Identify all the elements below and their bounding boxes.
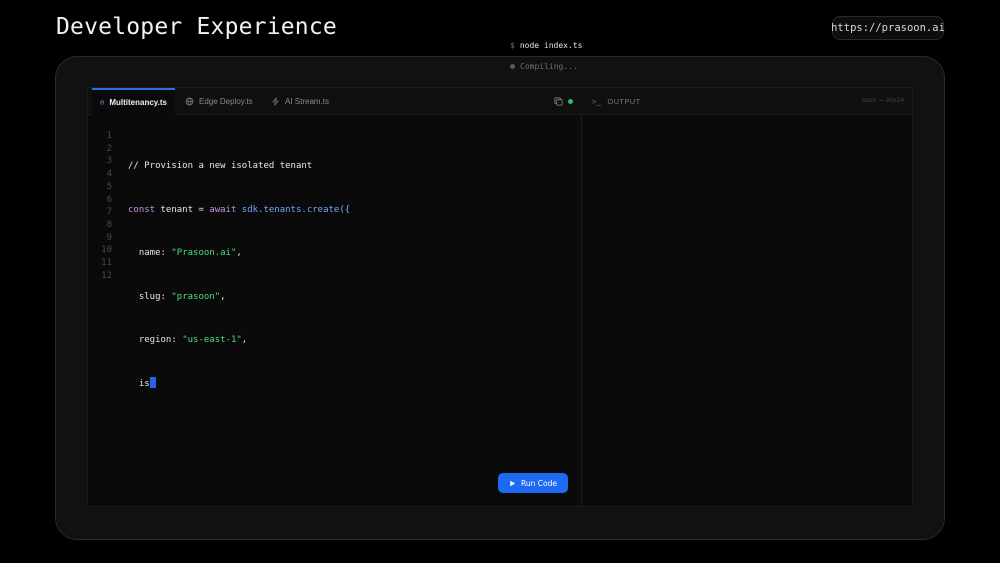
code-text: tenant = bbox=[155, 204, 210, 215]
code-string: "prasoon" bbox=[171, 291, 221, 302]
code-line-4: slug: "prasoon", bbox=[128, 290, 350, 305]
tab-label: AI Stream.ts bbox=[285, 97, 330, 106]
shell-prompt: $ bbox=[510, 41, 515, 50]
output-status: Compiling... bbox=[510, 62, 582, 71]
tab-label: Edge Deploy.ts bbox=[199, 97, 253, 106]
code-text: is bbox=[128, 378, 150, 389]
loading-dot-icon bbox=[510, 64, 515, 69]
line-number: 2 bbox=[106, 143, 112, 154]
code-text: , bbox=[220, 291, 226, 302]
code-string: "Prasoon.ai" bbox=[171, 248, 237, 258]
line-number: 3 bbox=[106, 156, 112, 167]
line-number: 5 bbox=[106, 181, 112, 192]
text-cursor bbox=[149, 376, 156, 388]
run-code-button[interactable]: Run Code bbox=[498, 473, 568, 493]
line-number: 12 bbox=[101, 270, 112, 281]
output-title: OUTPUT bbox=[607, 97, 641, 106]
terminal-meta: bash — 80x24 bbox=[862, 97, 904, 104]
code-content: // Provision a new isolated tenant const… bbox=[128, 130, 350, 420]
code-line-5: region: "us-east-1", bbox=[128, 333, 350, 348]
code-text: slug: bbox=[128, 291, 172, 302]
line-number: 1 bbox=[106, 131, 112, 141]
line-number: 7 bbox=[106, 207, 112, 218]
play-icon bbox=[510, 480, 516, 486]
url-link[interactable]: https://prasoon.ai bbox=[831, 16, 945, 40]
code-text: name: bbox=[128, 248, 172, 258]
copy-icon[interactable] bbox=[554, 97, 563, 106]
line-number-gutter: 1 2 3 4 5 6 7 8 9 10 11 12 bbox=[98, 130, 112, 282]
code-text: , bbox=[241, 335, 248, 345]
editor-tabbar: Multitenancy.ts Edge Deploy.ts AI Stream… bbox=[88, 88, 582, 115]
lightning-icon bbox=[272, 97, 279, 106]
output-panel: $ node index.ts Compiling... bbox=[510, 41, 582, 71]
line-number: 10 bbox=[101, 245, 112, 256]
output-status-text: Compiling... bbox=[520, 62, 578, 71]
tab-label: Multitenancy.ts bbox=[109, 98, 167, 107]
code-line-6: is bbox=[128, 376, 350, 392]
code-text: region: bbox=[128, 335, 183, 345]
code-keyword: const bbox=[128, 204, 156, 215]
line-number: 8 bbox=[106, 219, 112, 230]
line-number: 11 bbox=[101, 258, 112, 269]
database-icon bbox=[100, 100, 104, 105]
status-indicator bbox=[568, 99, 573, 104]
code-call: sdk.tenants.create({ bbox=[236, 204, 351, 215]
output-header: >_ OUTPUT bash — 80x24 bbox=[582, 88, 912, 115]
output-command-line: $ node index.ts bbox=[510, 41, 582, 50]
terminal-icon: >_ bbox=[592, 97, 602, 106]
line-number: 6 bbox=[106, 194, 112, 205]
line-number: 4 bbox=[106, 169, 112, 180]
code-text: , bbox=[236, 248, 242, 258]
run-code-label: Run Code bbox=[521, 478, 557, 488]
output-command: node index.ts bbox=[519, 41, 583, 50]
code-line-3: name: "Prasoon.ai", bbox=[128, 246, 350, 261]
output-title-group: >_ OUTPUT bbox=[592, 97, 641, 106]
globe-icon bbox=[185, 97, 194, 106]
tab-edge-deploy[interactable]: Edge Deploy.ts bbox=[177, 88, 261, 115]
code-string: "us-east-1" bbox=[182, 335, 242, 345]
line-number: 9 bbox=[106, 232, 112, 243]
code-line-2: const tenant = await sdk.tenants.create(… bbox=[128, 203, 350, 218]
code-keyword: await bbox=[209, 204, 237, 215]
code-comment: // Provision a new isolated tenant bbox=[128, 161, 313, 171]
page-title: Developer Experience bbox=[56, 14, 337, 40]
code-window: Multitenancy.ts Edge Deploy.ts AI Stream… bbox=[87, 87, 913, 507]
code-editor[interactable]: 1 2 3 4 5 6 7 8 9 10 11 12 // Provision … bbox=[88, 115, 582, 506]
code-line-1: // Provision a new isolated tenant bbox=[128, 159, 350, 174]
tab-ai-stream[interactable]: AI Stream.ts bbox=[263, 88, 343, 115]
tab-multitenancy[interactable]: Multitenancy.ts bbox=[92, 88, 175, 115]
